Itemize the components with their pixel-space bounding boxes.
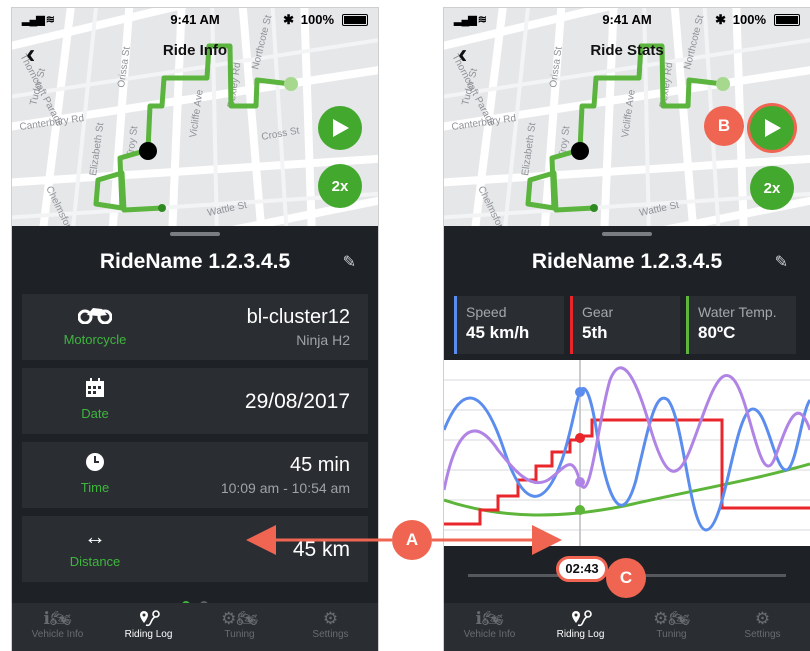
annotation-c: C [606, 558, 646, 598]
annotation-a: A [392, 520, 432, 560]
annotation-b: B [704, 106, 744, 146]
